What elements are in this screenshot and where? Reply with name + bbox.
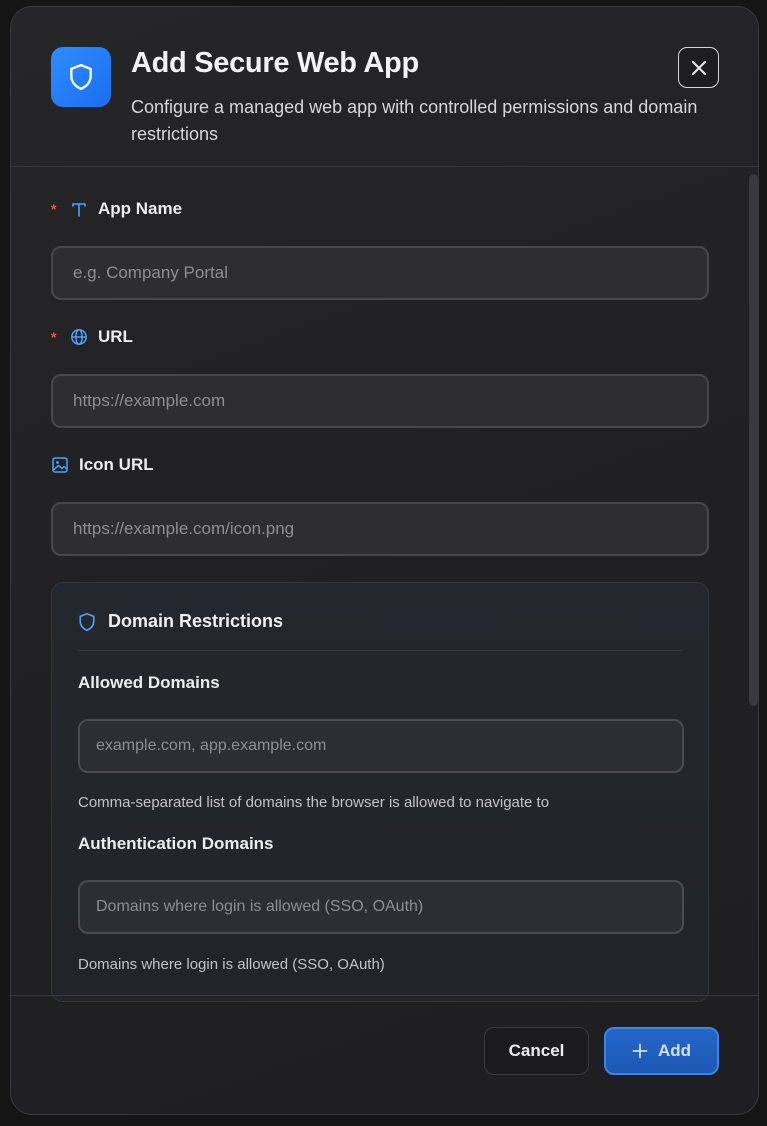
allowed-domains-label: Allowed Domains: [78, 673, 220, 692]
cancel-button[interactable]: Cancel: [484, 1027, 589, 1075]
domain-restrictions-panel: Domain Restrictions Allowed Domains exam…: [51, 582, 709, 1002]
app-name-label: App Name: [70, 199, 182, 219]
auth-domains-input[interactable]: Domains where login is allowed (SSO, OAu…: [78, 880, 684, 934]
text-icon: [72, 203, 86, 217]
add-web-app-dialog: Add Secure Web App Configure a managed w…: [10, 6, 759, 1115]
close-icon: [691, 60, 706, 75]
url-label: URL: [70, 327, 133, 347]
icon-url-input[interactable]: https://example.com/icon.png: [51, 502, 709, 556]
app-name-input[interactable]: e.g. Company Portal: [51, 246, 709, 300]
add-button-label: Add: [657, 1041, 692, 1060]
auth-domains-hint: Domains where login is allowed (SSO, OAu…: [78, 956, 385, 973]
image-icon: [52, 457, 68, 473]
plus-icon: [632, 1043, 648, 1059]
required-mark: *: [51, 329, 57, 345]
dialog-header: Add Secure Web App Configure a managed w…: [11, 7, 758, 167]
required-mark: *: [51, 201, 57, 217]
shield-icon: [79, 612, 95, 631]
shield-icon: [51, 47, 111, 107]
add-button[interactable]: Add: [604, 1027, 719, 1075]
allowed-domains-hint: Comma-separated list of domains the brow…: [78, 794, 550, 811]
auth-domains-label: Authentication Domains: [78, 834, 274, 853]
dialog-title: Add Secure Web App: [131, 47, 419, 79]
icon-url-label: Icon URL: [51, 455, 154, 475]
globe-icon: [71, 329, 87, 345]
dialog-subtitle: Configure a managed web app with control…: [131, 97, 698, 144]
domain-restrictions-title: Domain Restrictions: [78, 611, 283, 632]
scrollbar[interactable]: [749, 174, 758, 706]
url-input[interactable]: https://example.com: [51, 374, 709, 428]
divider: [78, 650, 682, 651]
close-button[interactable]: [678, 47, 719, 88]
allowed-domains-input[interactable]: example.com, app.example.com: [78, 719, 684, 773]
